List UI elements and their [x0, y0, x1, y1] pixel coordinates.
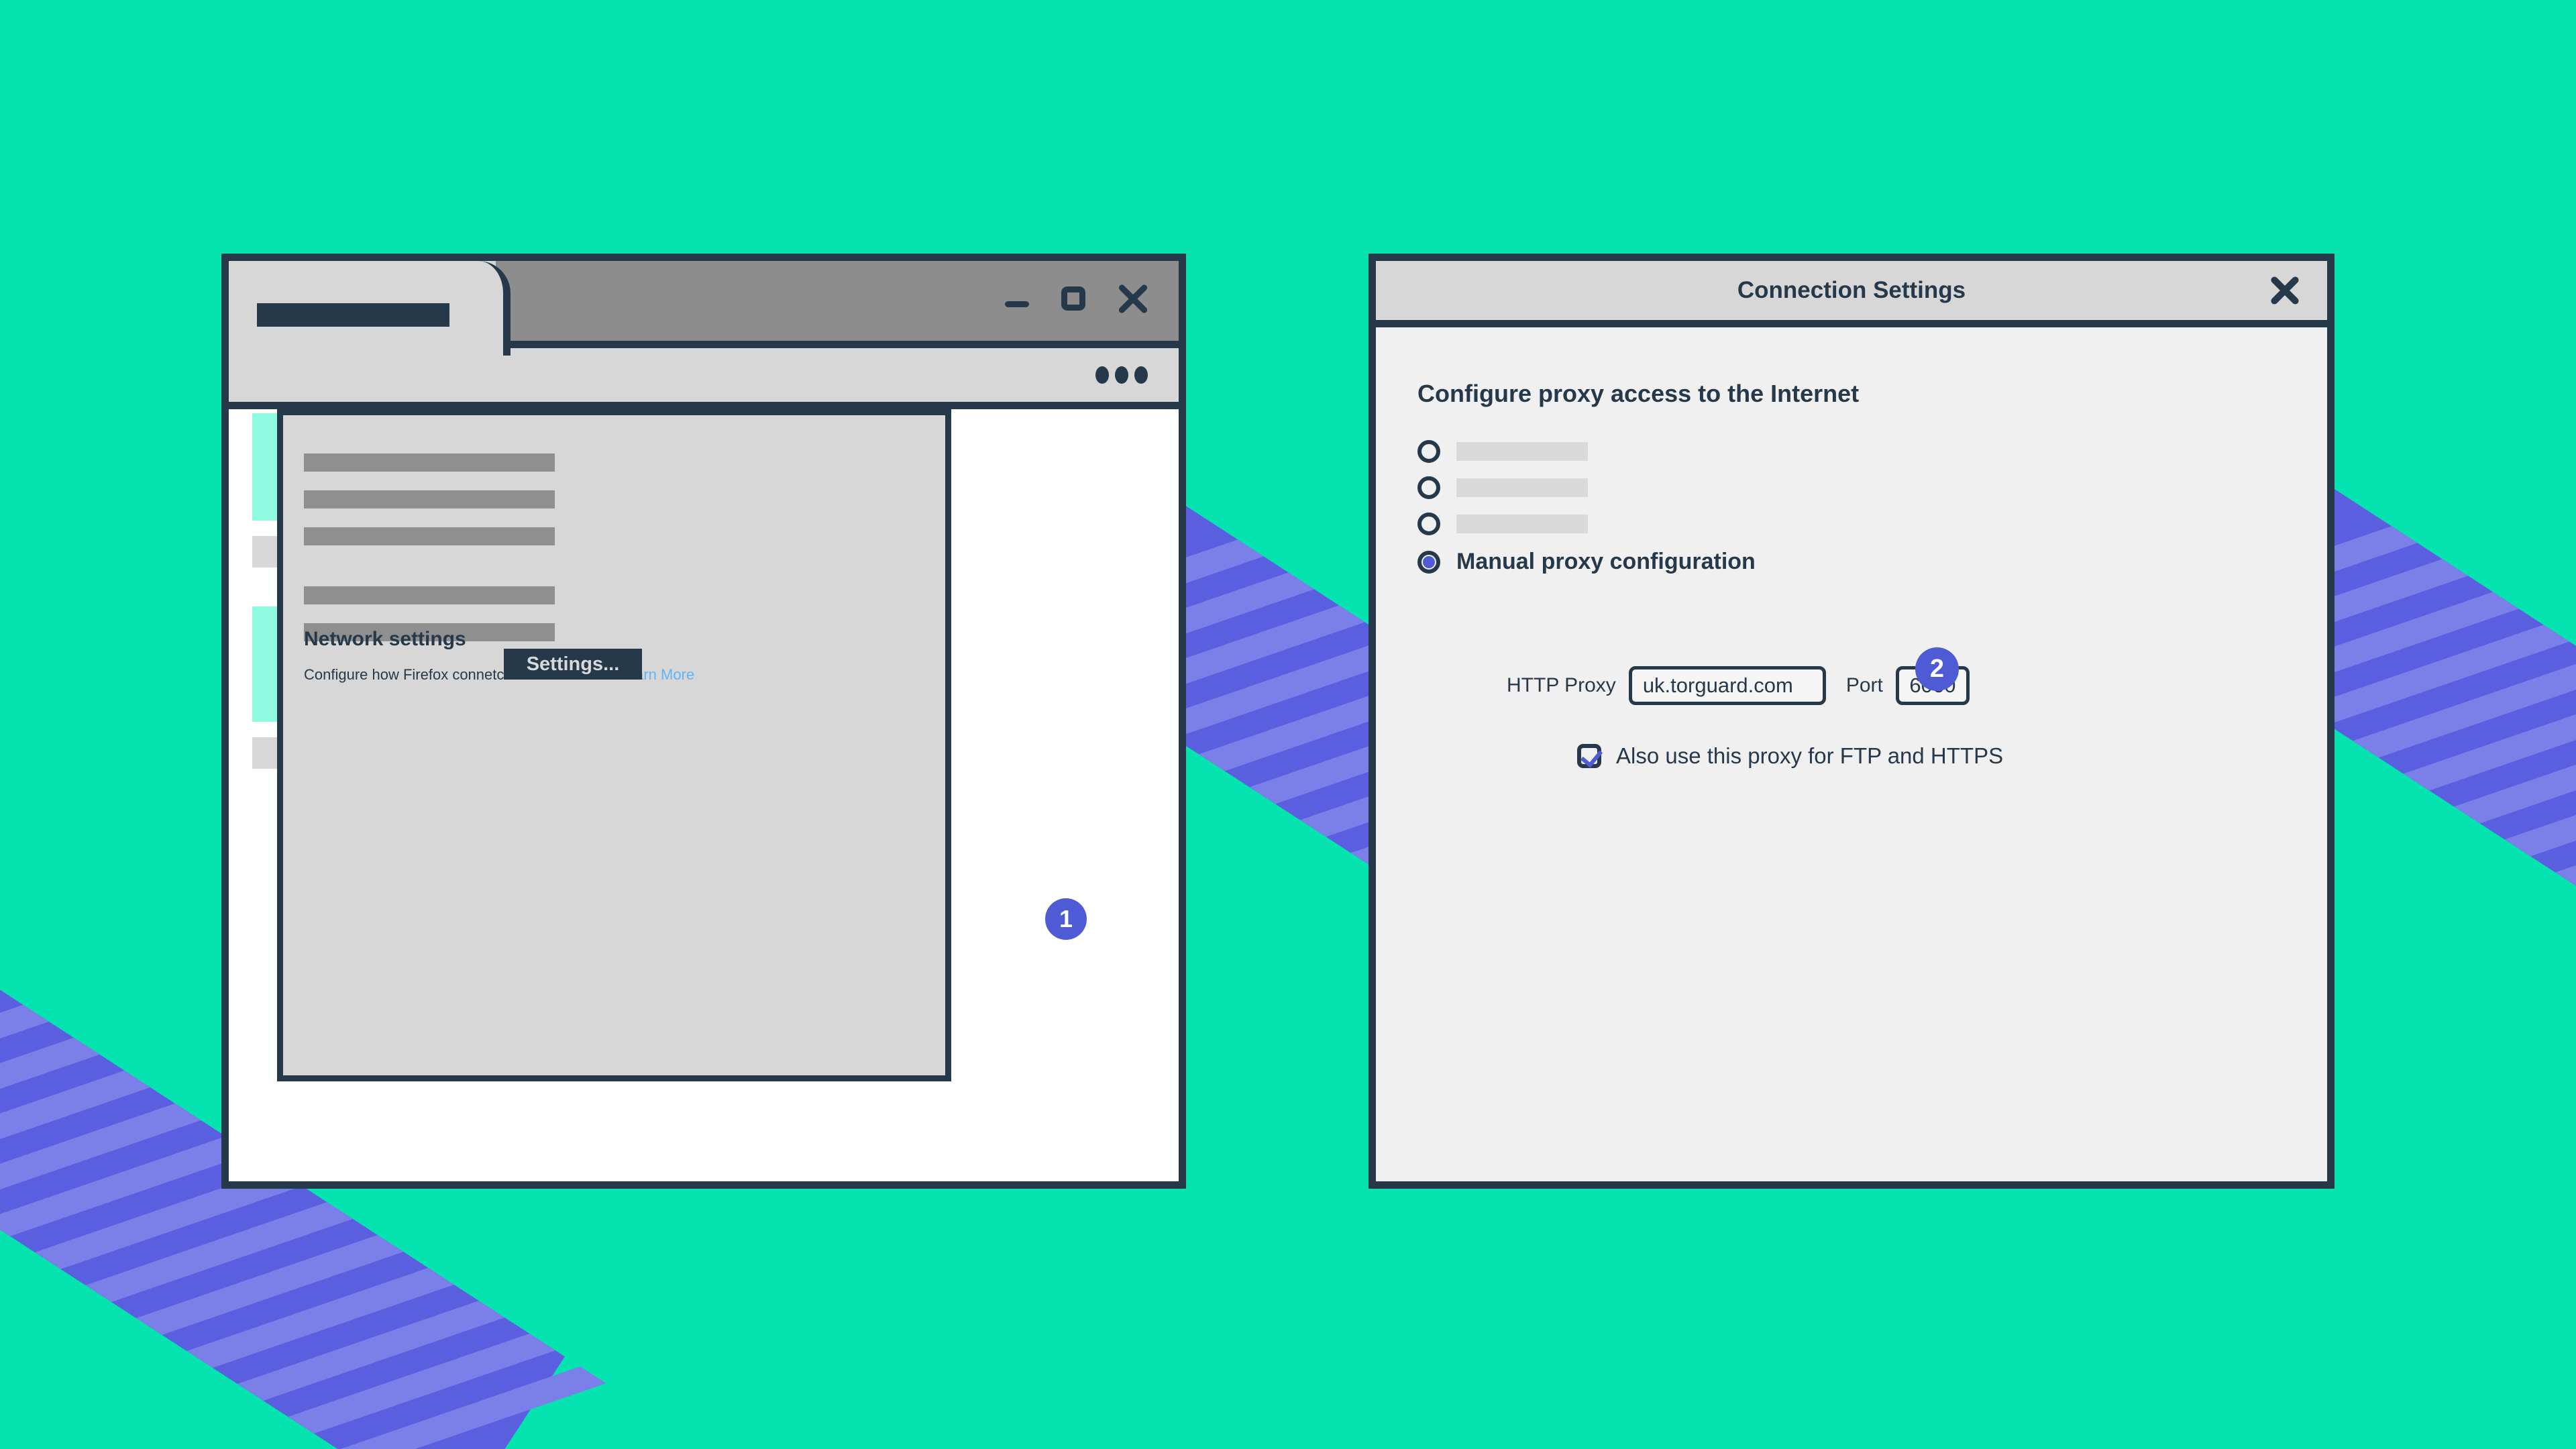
ftp-https-checkbox[interactable]	[1577, 744, 1603, 768]
window-controls	[1003, 281, 1150, 316]
proxy-option-row-3[interactable]	[1417, 513, 1588, 535]
minimize-icon[interactable]	[1003, 284, 1031, 313]
manual-proxy-radio[interactable]	[1417, 550, 1440, 574]
http-proxy-label: HTTP Proxy	[1507, 674, 1616, 696]
browser-chrome	[229, 261, 1179, 409]
http-proxy-input[interactable]: uk.torguard.com	[1628, 666, 1826, 705]
content-placeholder-row	[304, 490, 555, 508]
content-placeholder-row	[304, 527, 555, 545]
proxy-option-row-1[interactable]	[1417, 440, 1588, 463]
ftp-https-checkbox-row[interactable]: Also use this proxy for FTP and HTTPS	[1577, 743, 2003, 769]
step-badge-1: 1	[1045, 898, 1087, 940]
browser-window: Network settings Configure how Firefox c…	[221, 254, 1186, 1189]
settings-content-panel: Network settings Configure how Firefox c…	[277, 409, 951, 1081]
kebab-menu-icon[interactable]	[1095, 366, 1148, 384]
proxy-option-radio-3[interactable]	[1417, 513, 1440, 535]
settings-button[interactable]: Settings...	[504, 649, 642, 680]
proxy-access-heading: Configure proxy access to the Internet	[1417, 380, 1860, 407]
connection-settings-dialog: Connection Settings Configure proxy acce…	[1368, 254, 2334, 1189]
proxy-option-label-placeholder-2	[1456, 478, 1588, 497]
port-label: Port	[1845, 674, 1883, 696]
close-icon[interactable]	[2267, 273, 2302, 308]
content-placeholder-row	[304, 586, 555, 604]
http-proxy-row: HTTP Proxy uk.torguard.com Port 6060	[1507, 666, 1970, 705]
browser-viewport: Network settings Configure how Firefox c…	[229, 409, 1179, 1181]
dialog-header: Connection Settings	[1376, 261, 2327, 327]
proxy-option-radio-1[interactable]	[1417, 440, 1440, 463]
maximize-icon[interactable]	[1059, 284, 1087, 313]
proxy-option-label-placeholder-3	[1456, 515, 1588, 533]
manual-proxy-label: Manual proxy configuration	[1456, 549, 1756, 574]
proxy-option-label-placeholder-1	[1456, 442, 1588, 461]
ftp-https-checkbox-label: Also use this proxy for FTP and HTTPS	[1616, 743, 2004, 768]
network-settings-title: Network settings	[304, 628, 466, 650]
proxy-option-row-2[interactable]	[1417, 476, 1588, 499]
dialog-body: Configure proxy access to the Internet M…	[1376, 327, 2327, 1174]
check-icon	[1580, 745, 1603, 768]
active-tab[interactable]	[229, 261, 511, 356]
close-icon[interactable]	[1116, 281, 1150, 316]
proxy-option-radio-2[interactable]	[1417, 476, 1440, 499]
proxy-option-row-manual[interactable]: Manual proxy configuration	[1417, 549, 1756, 575]
tab-title-placeholder	[257, 303, 449, 327]
tab-strip	[229, 261, 1179, 356]
step-badge-2: 2	[1915, 647, 1959, 691]
dialog-title: Connection Settings	[1737, 277, 1966, 303]
browser-toolbar	[229, 348, 1179, 409]
content-placeholder-row	[304, 453, 555, 472]
